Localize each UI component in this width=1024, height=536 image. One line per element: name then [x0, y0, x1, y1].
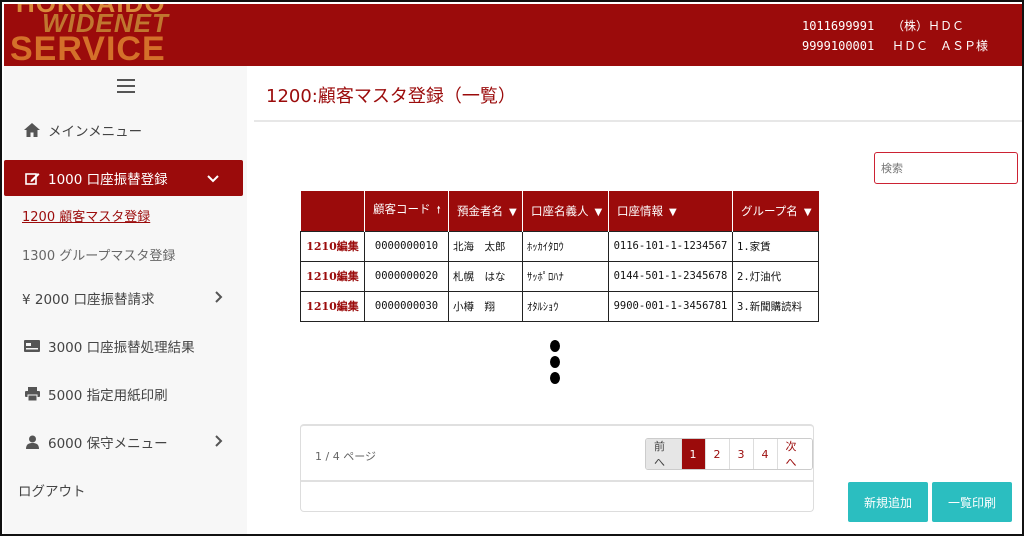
page-info: 1 / 4 ページ [315, 450, 376, 463]
column-header-account-holder[interactable]: 口座名義人 ▼ [522, 191, 609, 231]
table-row: 1210編集 0000000030 小樽 翔 ｵﾀﾙｼｮｳ 9900-001-1… [300, 290, 819, 322]
account-row: 1011699991 （株）ＨＤＣ [802, 16, 988, 36]
column-header-label: 口座情報 [617, 203, 663, 218]
cell-group: 2.灯油代 [732, 260, 819, 292]
column-header-group[interactable]: グループ名 ▼ [732, 191, 819, 231]
cell-customer-code: 0000000010 [364, 230, 449, 262]
cell-depositor: 札幌 はな [448, 260, 523, 292]
main-content: 1200:顧客マスタ登録（一覧） 顧客コード 🠕 預金者名 ▼ 口座名義人 ▼ 口座情… [254, 66, 1022, 534]
sidebar-item-print[interactable]: 5000 指定用紙印刷 [4, 370, 247, 418]
cell-customer-code: 0000000020 [364, 260, 449, 292]
more-rows-ellipsis [550, 340, 560, 384]
sidebar-subitem-customer-master[interactable]: 1200 顧客マスタ登録 [4, 196, 247, 235]
cell-account-info: 9900-001-1-3456781 [608, 290, 733, 322]
cell-depositor: 小樽 翔 [448, 290, 523, 322]
sidebar-item-transfer-result[interactable]: 3000 口座振替処理結果 [4, 322, 247, 370]
sidebar-item-label: ¥ 2000 口座振替請求 [22, 292, 155, 308]
sort-ascending-icon: 🠕 [436, 205, 441, 217]
column-header-label: グループ名 [741, 203, 798, 218]
home-icon [22, 123, 42, 137]
column-header-edit [300, 191, 365, 231]
column-header-label: 口座名義人 [531, 203, 589, 218]
ellipsis-dot [550, 356, 560, 368]
pagination-divider [301, 480, 813, 482]
sidebar-item-label: 3000 口座振替処理結果 [48, 340, 195, 356]
chevron-right-icon [215, 289, 223, 307]
sidebar: メインメニュー 1000 口座振替登録 1200 顧客マスタ登録 1300 グル… [4, 66, 247, 534]
logo-line-3: SERVICE [10, 30, 166, 66]
sidebar-item-label: 6000 保守メニュー [48, 436, 168, 452]
page-button-2[interactable]: 2 [705, 439, 730, 469]
cell-group: 1.家賃 [732, 230, 819, 262]
sidebar-subitem-group-master[interactable]: 1300 グループマスタ登録 [4, 235, 247, 274]
account-info: 1011699991 （株）ＨＤＣ 9999100001 ＨＤＣ ＡＳＰ様 [802, 16, 988, 56]
page-button-3[interactable]: 3 [729, 439, 754, 469]
edit-link[interactable]: 1210編集 [300, 290, 365, 322]
account-code: 1011699991 [801, 19, 875, 33]
cell-account-holder: ﾎｯｶｲﾀﾛｳ [522, 230, 609, 262]
chevron-right-icon [215, 433, 223, 451]
sidebar-item-main-menu[interactable]: メインメニュー [4, 106, 247, 154]
app-frame: HOKKAIDO WIDENET SERVICE 1011699991 （株）Ｈ… [0, 0, 1024, 536]
printer-icon [22, 387, 42, 401]
column-header-depositor[interactable]: 預金者名 ▼ [448, 191, 523, 231]
edit-link[interactable]: 1210編集 [300, 260, 365, 292]
sidebar-item-maintenance[interactable]: 6000 保守メニュー [4, 418, 247, 466]
sidebar-item-label: メインメニュー [48, 124, 143, 140]
sort-descending-icon: ▼ [803, 206, 812, 218]
cell-account-holder: ｵﾀﾙｼｮｳ [522, 290, 609, 322]
logout-link[interactable]: ログアウト [4, 466, 247, 514]
search-input[interactable] [874, 152, 1018, 184]
cell-account-info: 0144-501-1-2345678 [608, 260, 733, 292]
app-header: HOKKAIDO WIDENET SERVICE 1011699991 （株）Ｈ… [4, 4, 1022, 66]
table-row: 1210編集 0000000010 北海 太郎 ﾎｯｶｲﾀﾛｳ 0116-101… [300, 230, 819, 262]
column-header-account-info[interactable]: 口座情報 ▼ [608, 191, 733, 231]
title-divider [254, 120, 1022, 122]
print-list-button[interactable]: 一覧印刷 [932, 482, 1012, 522]
column-header-label: 顧客コード [373, 202, 431, 217]
account-name: ＨＤＣ ＡＳＰ様 [891, 39, 988, 53]
edit-icon [22, 171, 42, 186]
add-new-button[interactable]: 新規追加 [848, 482, 928, 522]
column-header-customer-code[interactable]: 顧客コード 🠕 [364, 191, 449, 231]
company-logo: HOKKAIDO WIDENET SERVICE [8, 4, 258, 66]
sort-descending-icon: ▼ [509, 206, 517, 218]
chevron-down-icon [207, 169, 219, 187]
ellipsis-dot [550, 372, 560, 384]
page-button-4[interactable]: 4 [753, 439, 778, 469]
table-row: 1210編集 0000000020 札幌 はな ｻｯﾎﾟﾛﾊﾅ 0144-501… [300, 260, 819, 292]
pagination-panel: 1 / 4 ページ 前へ 1 2 3 4 次へ [300, 424, 814, 512]
user-icon [22, 435, 42, 449]
account-name: （株）ＨＤＣ [891, 19, 964, 33]
customer-table: 顧客コード 🠕 預金者名 ▼ 口座名義人 ▼ 口座情報 ▼ グループ名 ▼ 1210編集 … [300, 191, 819, 322]
sort-descending-icon: ▼ [669, 206, 677, 218]
sidebar-item-transfer-request[interactable]: ¥ 2000 口座振替請求 [4, 274, 247, 322]
page-button-1[interactable]: 1 [681, 439, 706, 469]
next-page-button[interactable]: 次へ [777, 439, 812, 469]
ellipsis-dot [550, 340, 560, 352]
cell-account-info: 0116-101-1-1234567 [608, 230, 733, 262]
hamburger-icon[interactable] [4, 66, 247, 106]
column-header-label: 預金者名 [457, 203, 503, 218]
page-title: 1200:顧客マスタ登録（一覧） [266, 86, 516, 107]
prev-page-button[interactable]: 前へ [646, 439, 682, 469]
cell-group: 3.新聞購読料 [732, 290, 819, 322]
account-code: 9999100001 [801, 39, 875, 53]
account-row: 9999100001 ＨＤＣ ＡＳＰ様 [802, 36, 988, 56]
card-icon [22, 340, 42, 352]
cell-depositor: 北海 太郎 [448, 230, 523, 262]
sort-descending-icon: ▼ [594, 206, 603, 218]
cell-customer-code: 0000000030 [364, 290, 449, 322]
pagination: 前へ 1 2 3 4 次へ [645, 438, 813, 470]
edit-link[interactable]: 1210編集 [300, 230, 365, 262]
sidebar-item-label: 1000 口座振替登録 [48, 172, 168, 188]
table-header-row: 顧客コード 🠕 預金者名 ▼ 口座名義人 ▼ 口座情報 ▼ グループ名 ▼ [300, 191, 819, 231]
sidebar-item-account-transfer-registration[interactable]: 1000 口座振替登録 [4, 160, 243, 196]
sidebar-item-label: 5000 指定用紙印刷 [48, 388, 168, 404]
cell-account-holder: ｻｯﾎﾟﾛﾊﾅ [522, 260, 609, 292]
